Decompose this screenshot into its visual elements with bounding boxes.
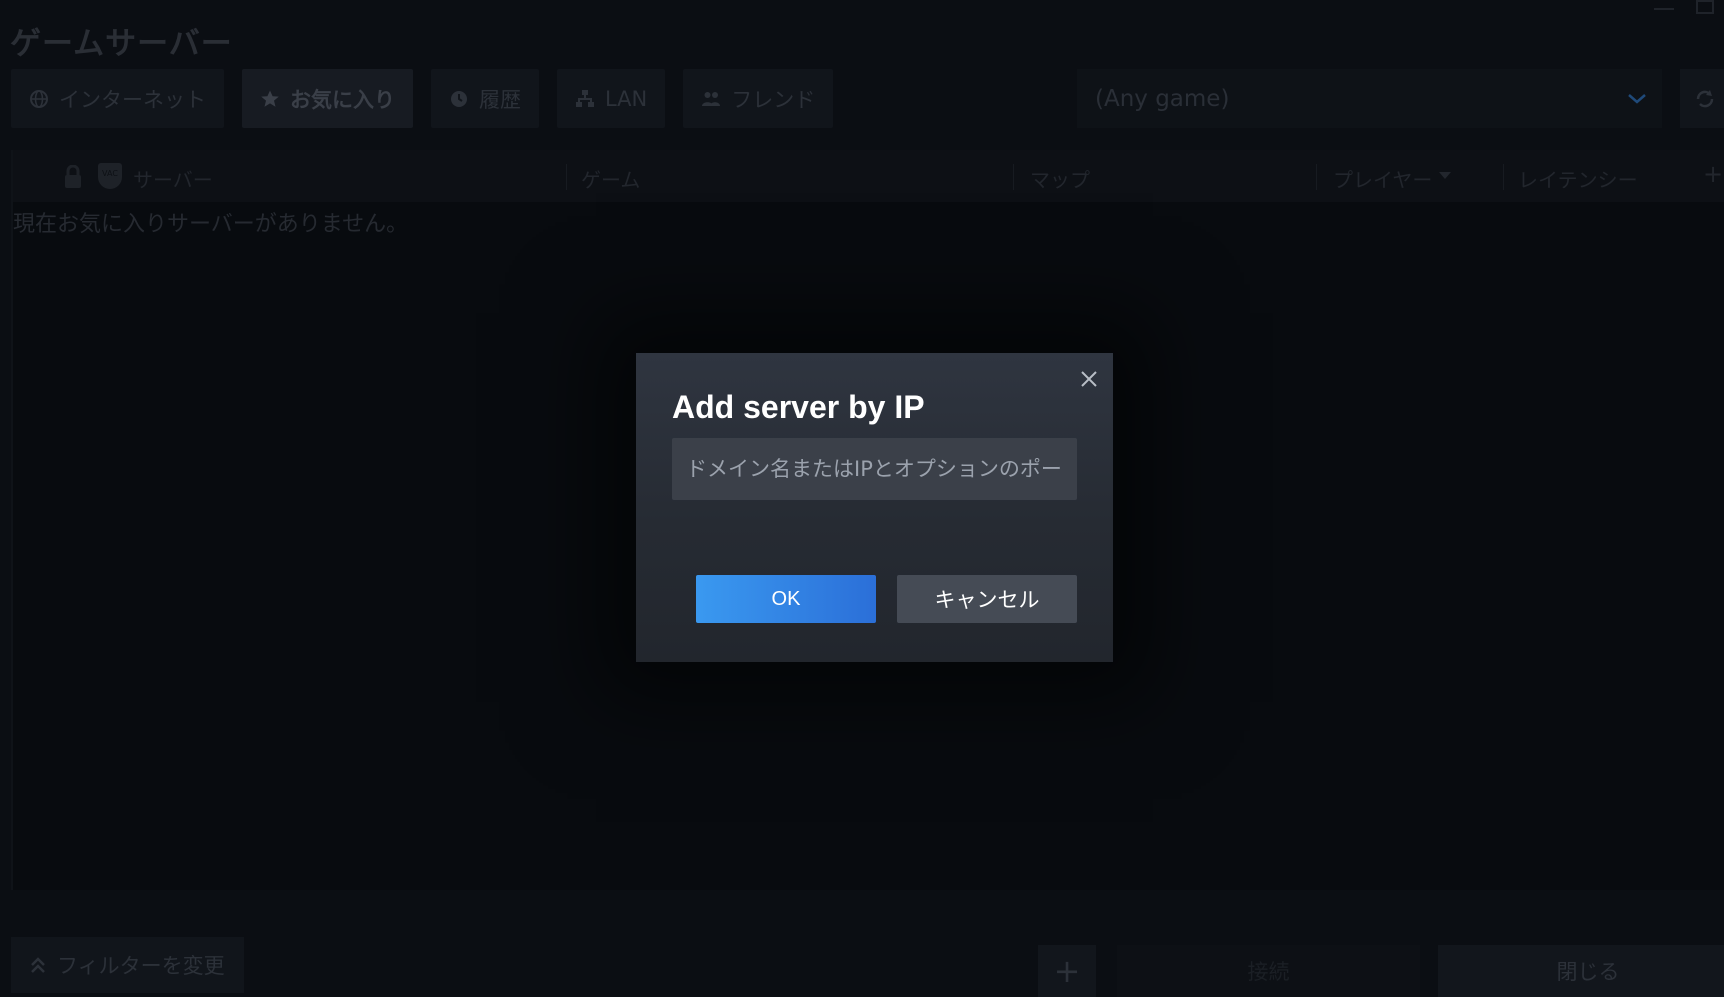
chevron-down-icon — [1628, 94, 1646, 104]
tab-internet[interactable]: インターネット — [11, 69, 224, 128]
add-column-icon[interactable]: + — [1703, 160, 1723, 188]
ok-button[interactable]: OK — [696, 575, 876, 623]
column-game[interactable]: ゲーム — [581, 164, 640, 193]
star-icon — [261, 90, 279, 107]
game-filter-select[interactable]: (Any game) — [1077, 69, 1662, 128]
dialog-title: Add server by IP — [672, 389, 925, 425]
tab-label: 履歴 — [479, 87, 521, 112]
tab-history[interactable]: 履歴 — [431, 69, 539, 128]
change-filter-button[interactable]: フィルターを変更 — [11, 937, 244, 993]
refresh-button[interactable] — [1680, 69, 1724, 128]
dialog-close-button[interactable] — [1075, 365, 1103, 393]
column-latency[interactable]: レイテンシー — [1518, 164, 1638, 193]
friends-icon — [702, 91, 721, 106]
clock-icon — [451, 90, 467, 107]
server-address-input[interactable] — [672, 438, 1077, 500]
column-divider — [1503, 164, 1504, 190]
column-divider — [1013, 164, 1014, 190]
maximize-icon[interactable] — [1696, 0, 1714, 14]
lan-icon — [576, 89, 594, 107]
sort-down-icon — [1439, 172, 1451, 179]
add-server-dialog: Add server by IP OK キャンセル — [636, 353, 1113, 662]
close-icon — [1081, 371, 1097, 387]
column-divider — [566, 164, 567, 190]
server-browser-window: ゲームサーバー インターネット お気に入り 履歴 LAN フレンド (Any g… — [0, 0, 1724, 997]
table-header: VAC サーバー ゲーム マップ プレイヤー レイテンシー + — [13, 150, 1724, 202]
column-divider — [1316, 164, 1317, 190]
close-button[interactable]: 閉じる — [1438, 945, 1724, 997]
column-server[interactable]: サーバー — [133, 164, 213, 193]
tab-label: LAN — [605, 86, 648, 111]
page-title: ゲームサーバー — [10, 26, 233, 62]
tab-label: インターネット — [59, 87, 206, 112]
globe-icon — [30, 89, 48, 108]
tab-friends[interactable]: フレンド — [683, 69, 834, 128]
chevron-double-up-icon — [31, 957, 45, 973]
tab-label: お気に入り — [290, 87, 395, 112]
refresh-icon — [1696, 89, 1714, 107]
column-players[interactable]: プレイヤー — [1333, 164, 1432, 193]
tab-label: フレンド — [731, 87, 816, 112]
cancel-button[interactable]: キャンセル — [897, 575, 1077, 623]
minimize-icon[interactable] — [1654, 8, 1674, 10]
change-filter-label: フィルターを変更 — [57, 954, 225, 978]
tab-lan[interactable]: LAN — [557, 69, 666, 128]
add-server-button[interactable]: + — [1038, 945, 1096, 997]
empty-message: 現在お気に入りサーバーがありません。 — [13, 212, 409, 237]
window-controls — [1654, 0, 1714, 14]
server-tabs: インターネット お気に入り 履歴 LAN フレンド — [11, 69, 834, 128]
tab-favorites[interactable]: お気に入り — [242, 69, 413, 128]
column-map[interactable]: マップ — [1030, 164, 1090, 193]
lock-icon — [65, 165, 81, 188]
game-filter-value: (Any game) — [1095, 85, 1230, 112]
connect-button[interactable]: 接続 — [1117, 945, 1420, 997]
vac-shield-icon: VAC — [98, 163, 122, 189]
